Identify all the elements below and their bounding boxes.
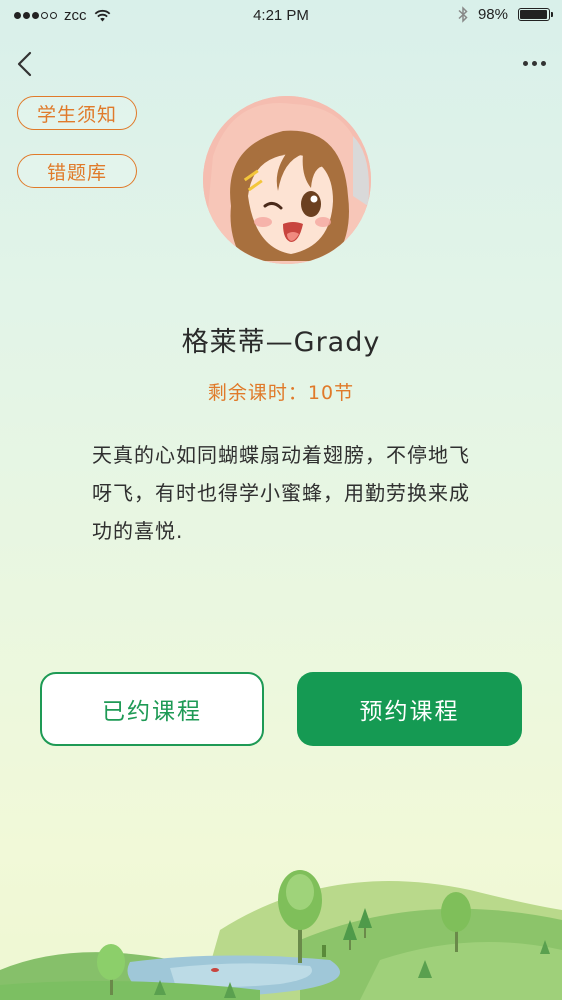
battery-icon bbox=[518, 8, 553, 21]
teacher-name: 格莱蒂—Grady bbox=[181, 327, 381, 358]
avatar bbox=[203, 96, 371, 264]
landscape-illustration bbox=[0, 870, 562, 1000]
book-course-button[interactable]: 预约课程 bbox=[297, 672, 522, 746]
status-bar: zcc 4:21 PM 98% bbox=[0, 0, 562, 34]
back-button[interactable] bbox=[10, 48, 40, 80]
student-notice-button[interactable]: 学生须知 bbox=[17, 96, 137, 130]
avatar-image bbox=[203, 96, 371, 264]
more-dots-icon bbox=[522, 60, 528, 66]
booked-courses-button[interactable]: 已约课程 bbox=[40, 672, 264, 746]
wrong-questions-button[interactable]: 错题库 bbox=[17, 154, 137, 188]
chevron-left-icon bbox=[17, 51, 32, 77]
battery-fill bbox=[520, 10, 548, 19]
battery-percent: 98% bbox=[477, 6, 508, 23]
more-button[interactable] bbox=[518, 52, 550, 74]
status-right: 98% bbox=[458, 6, 553, 23]
bluetooth-icon bbox=[458, 6, 468, 23]
remaining-hours: 剩余课时：10节 bbox=[207, 382, 355, 404]
teacher-bio: 天真的心如同蝴蝶扇动着翅膀，不停地飞呀飞，有时也得学小蜜蜂，用勤劳换来成功的喜悦… bbox=[92, 443, 470, 543]
